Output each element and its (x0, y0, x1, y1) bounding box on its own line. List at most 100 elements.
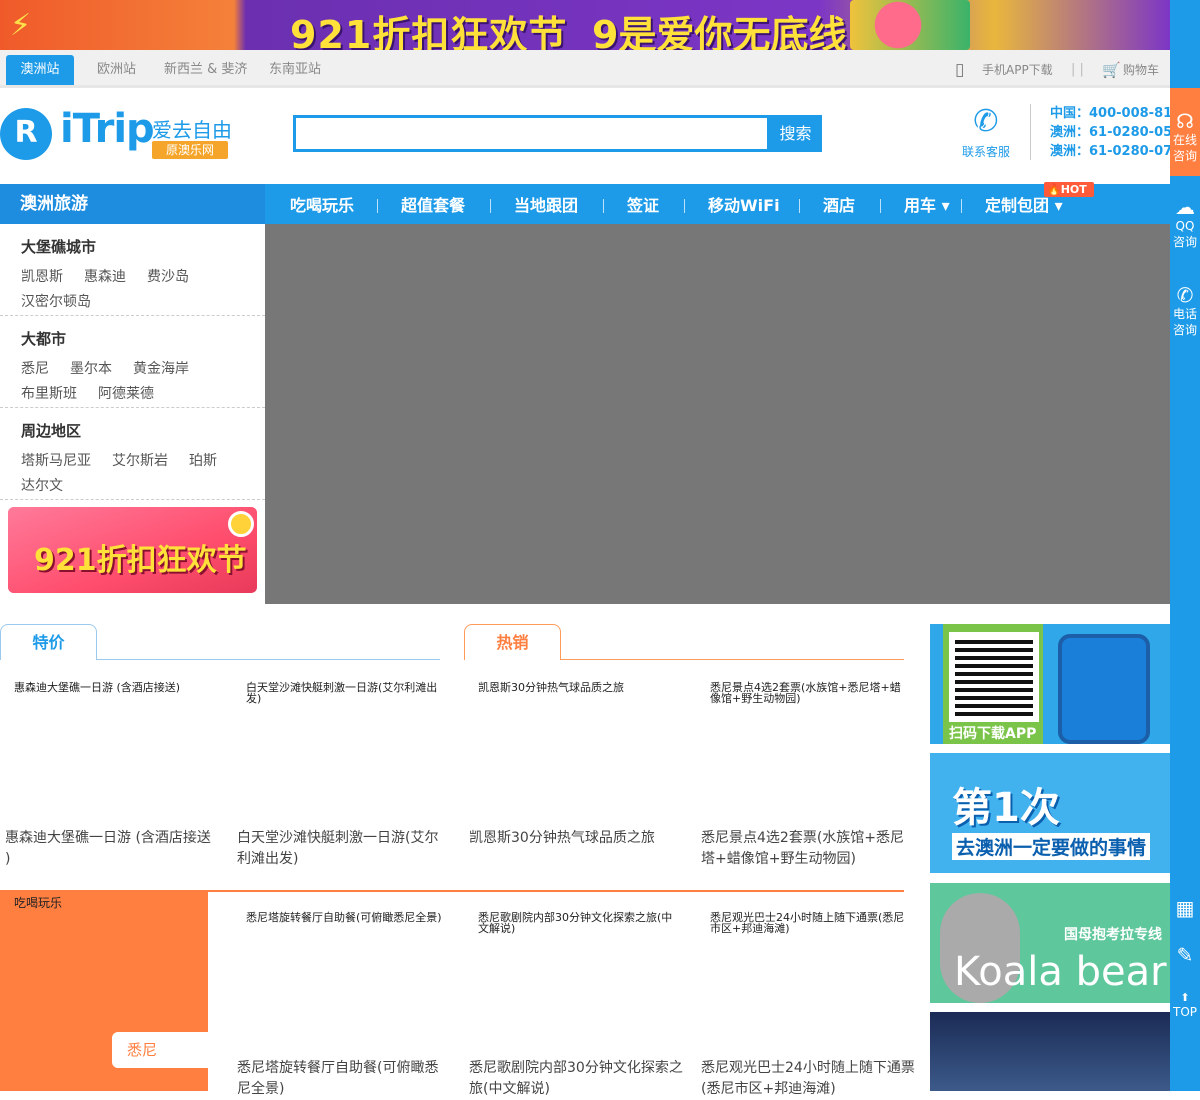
qrcode-button[interactable]: ▦ (1170, 897, 1200, 919)
customer-service[interactable]: ✆ 联系客服 (960, 105, 1012, 160)
product-title[interactable]: 悉尼塔旋转餐厅自助餐(可俯瞰悉尼全景) (237, 1058, 452, 1100)
ad-headline: 第1次 (952, 785, 1060, 831)
product-card[interactable]: 凯恩斯30分钟热气球品质之旅 凯恩斯30分钟热气球品质之旅 (464, 682, 686, 882)
product-card[interactable]: 悉尼景点4选2套票(水族馆+悉尼塔+蜡像馆+野生动物园) 悉尼景点4选2套票(水… (696, 682, 918, 882)
sidebar-item-brisbane[interactable]: 布里斯班 (21, 383, 77, 403)
banner-slogan: 9是爱你无底线! (592, 13, 864, 50)
phone-label: 电话咨询 (1172, 307, 1197, 337)
logo-cn: 爱去自由 (152, 118, 232, 142)
phone-au-2: 澳洲：61-0280-0738 (1050, 144, 1170, 159)
product-title[interactable]: 凯恩斯30分钟热气球品质之旅 (469, 828, 684, 849)
logo-text[interactable]: iTrip (60, 106, 155, 152)
category-label: 吃喝玩乐 (14, 896, 63, 910)
product-card[interactable]: 白天堂沙滩快艇刺激一日游(艾尔利滩出发) 白天堂沙滩快艇刺激一日游(艾尔利滩出发… (232, 682, 454, 882)
sidebar-item-darwin[interactable]: 达尔文 (21, 475, 63, 495)
nav-item-packages[interactable]: 超值套餐 (401, 184, 465, 224)
product-image-alt: 悉尼歌剧院内部30分钟文化探索之旅(中文解说) (478, 911, 673, 935)
app-download-ad[interactable]: 扫码下载APP (930, 624, 1170, 744)
tab-hot[interactable]: 热销 (464, 624, 561, 660)
first-time-ad[interactable]: 第1次 去澳洲一定要做的事情 (930, 753, 1170, 873)
phone-consult[interactable]: ✆ 电话咨询 (1170, 284, 1200, 338)
tab-newzealand-fiji[interactable]: 新西兰 & 斐济 (164, 55, 247, 85)
coin-icon (228, 511, 254, 537)
sidebar-item-cairns[interactable]: 凯恩斯 (21, 266, 63, 286)
sidebar-item-perth[interactable]: 珀斯 (189, 450, 217, 470)
divider (684, 199, 685, 213)
site-switcher: 澳洲站 欧洲站 新西兰 & 斐济 东南亚站 ▯ 手机APP下载 | | 🛒 购物… (0, 50, 1170, 88)
product-card[interactable]: 悉尼塔旋转餐厅自助餐(可俯瞰悉尼全景) 悉尼塔旋转餐厅自助餐(可俯瞰悉尼全景) (232, 911, 454, 1097)
divider (799, 199, 800, 213)
promo-banner[interactable]: ⚡ 921折扣狂欢节 9是爱你无底线! (0, 0, 1170, 50)
online-consult[interactable]: ☊ 在线咨询 (1170, 110, 1200, 164)
group-title: 周边地区 (21, 422, 82, 440)
divider (961, 199, 962, 213)
product-title[interactable]: 白天堂沙滩快艇刺激一日游(艾尔利滩出发) (237, 828, 452, 870)
sidebar-item-tasmania[interactable]: 塔斯马尼亚 (21, 450, 91, 470)
product-title[interactable]: 悉尼观光巴士24小时随上随下通票(悉尼市区+邦迪海滩) (701, 1058, 916, 1100)
nav-title[interactable]: 澳洲旅游 (0, 184, 265, 224)
tab-europe[interactable]: 欧洲站 (97, 55, 136, 85)
category-block: 吃喝玩乐 悉尼 (0, 890, 208, 1091)
nav-item-food-fun[interactable]: 吃喝玩乐 (290, 184, 354, 224)
app-download-link[interactable]: 手机APP下载 (982, 55, 1053, 85)
product-image-alt: 凯恩斯30分钟热气球品质之旅 (478, 681, 624, 694)
product-image-alt: 白天堂沙滩快艇刺激一日游(艾尔利滩出发) (246, 681, 438, 705)
divider (1030, 104, 1031, 160)
tab-southeast-asia[interactable]: 东南亚站 (269, 55, 321, 85)
sidebar: 大堡礁城市 凯恩斯 惠森迪 费沙岛 汉密尔顿岛 大都市 悉尼 墨尔本 黄金海岸 … (0, 224, 265, 604)
sidebar-item-hamilton[interactable]: 汉密尔顿岛 (21, 291, 91, 311)
cart-icon: 🛒 (1102, 61, 1121, 79)
tab-special[interactable]: 特价 (0, 624, 97, 660)
sidebar-item-whitsunday[interactable]: 惠森迪 (84, 266, 126, 286)
nav-item-visa[interactable]: 签证 (627, 184, 659, 224)
sidebar-group-metro: 大都市 悉尼 墨尔本 黄金海岸 布里斯班 阿德莱德 (0, 316, 265, 408)
ad-text: Koala bear (954, 949, 1167, 995)
koala-ad[interactable]: 国母抱考拉专线 Koala bear (930, 883, 1170, 1003)
divider (490, 199, 491, 213)
ad-tag: 国母抱考拉专线 (1064, 927, 1162, 943)
hero-slider[interactable] (265, 224, 1170, 604)
product-title[interactable]: 悉尼歌剧院内部30分钟文化探索之旅(中文解说) (469, 1058, 684, 1100)
service-label: 联系客服 (961, 145, 1010, 159)
sidebar-item-ayers-rock[interactable]: 艾尔斯岩 (112, 450, 168, 470)
qq-consult[interactable]: ☁ QQ咨询 (1170, 196, 1200, 250)
group-title: 大堡礁城市 (21, 238, 97, 256)
sidebar-item-melbourne[interactable]: 墨尔本 (70, 358, 112, 378)
divider (880, 199, 881, 213)
tab-australia[interactable]: 澳洲站 (6, 55, 74, 85)
logo-mark[interactable]: R (0, 108, 52, 160)
search-button[interactable]: 搜索 (769, 115, 822, 152)
product-title[interactable]: 惠森迪大堡礁一日游 (含酒店接送 ) (5, 828, 220, 870)
divider (96, 659, 440, 660)
arrow-up-icon: ⬆ (1180, 991, 1190, 1004)
lightning-icon: ⚡ (10, 8, 32, 43)
night-ad[interactable] (930, 1012, 1170, 1091)
online-label: 在线咨询 (1172, 133, 1197, 163)
feedback-button[interactable]: ✎ (1170, 944, 1200, 966)
nav-item-car[interactable]: 用车 ▾ (904, 184, 950, 224)
nav-item-hotel[interactable]: 酒店 (823, 184, 855, 224)
product-image-alt: 惠森迪大堡礁一日游 (含酒店接送) (14, 681, 181, 694)
product-card[interactable]: 悉尼歌剧院内部30分钟文化探索之旅(中文解说) 悉尼歌剧院内部30分钟文化探索之… (464, 911, 686, 1097)
product-title[interactable]: 悉尼景点4选2套票(水族馆+悉尼塔+蜡像馆+野生动物园) (701, 828, 916, 870)
qq-label: QQ咨询 (1172, 219, 1197, 249)
product-card[interactable]: 悉尼观光巴士24小时随上随下通票(悉尼市区+邦迪海滩) 悉尼观光巴士24小时随上… (696, 912, 918, 1097)
divider: | | (1071, 62, 1084, 77)
sidebar-item-fraser[interactable]: 费沙岛 (147, 266, 189, 286)
ad-title: 921折扣狂欢节 (34, 543, 247, 578)
nav-item-wifi[interactable]: 移动WiFi (708, 184, 780, 224)
city-pill[interactable]: 悉尼 (112, 1032, 208, 1068)
sidebar-item-adelaide[interactable]: 阿德莱德 (98, 383, 154, 403)
product-card[interactable]: 惠森迪大堡礁一日游 (含酒店接送) 惠森迪大堡礁一日游 (含酒店接送 ) (0, 682, 222, 882)
cart-link[interactable]: 购物车 (1123, 55, 1159, 85)
sidebar-item-goldcoast[interactable]: 黄金海岸 (133, 358, 189, 378)
search-input[interactable] (293, 115, 770, 152)
nav-item-tours[interactable]: 当地跟团 (514, 184, 578, 224)
phone-icon: ✆ (1176, 283, 1194, 307)
back-to-top-button[interactable]: ⬆ TOP (1170, 992, 1200, 1020)
headset-icon: ☊ (1176, 109, 1194, 133)
sidebar-item-sydney[interactable]: 悉尼 (21, 358, 49, 378)
product-image-alt: 悉尼塔旋转餐厅自助餐(可俯瞰悉尼全景) (246, 911, 442, 924)
sidebar-promo-ad[interactable]: 921折扣狂欢节 (8, 507, 257, 593)
phone-list: 中国：400-008-8178 澳洲：61-0280-0585 澳洲：61-02… (1050, 104, 1170, 161)
